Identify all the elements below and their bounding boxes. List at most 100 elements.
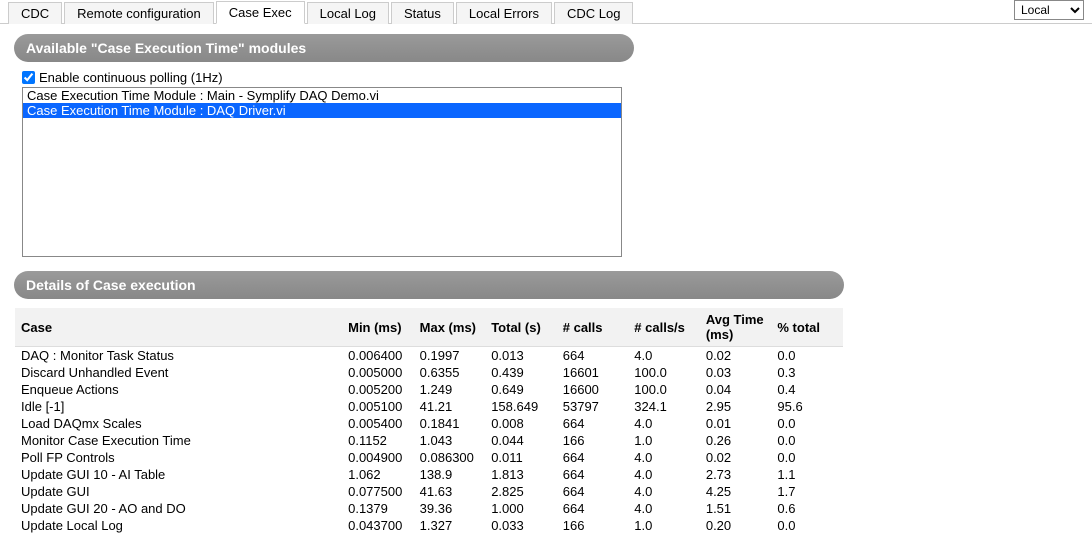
tab-local-log[interactable]: Local Log: [307, 2, 389, 24]
column-header[interactable]: Total (s): [485, 308, 557, 347]
cell: Update GUI 10 - AI Table: [15, 466, 342, 483]
list-item[interactable]: Case Execution Time Module : DAQ Driver.…: [23, 103, 621, 118]
table-row[interactable]: Discard Unhandled Event0.0050000.63550.4…: [15, 364, 843, 381]
cell: Enqueue Actions: [15, 381, 342, 398]
table-row[interactable]: DAQ : Monitor Task Status0.0064000.19970…: [15, 347, 843, 365]
cell: 1.0: [628, 534, 700, 537]
cell: DAQ : Monitor Task Status: [15, 347, 342, 365]
cell: 0.013: [485, 347, 557, 365]
cell: 0.005400: [342, 415, 414, 432]
cell: 0.01: [700, 415, 772, 432]
cell: 664: [557, 500, 629, 517]
table-row[interactable]: Load DAQmx Scales0.0054000.18410.0086644…: [15, 415, 843, 432]
cell: 0.005200: [342, 381, 414, 398]
cell: 0.033: [485, 517, 557, 534]
cell: Update GUI: [15, 483, 342, 500]
column-header[interactable]: # calls: [557, 308, 629, 347]
cell: 0.004100: [342, 534, 414, 537]
column-header[interactable]: Min (ms): [342, 308, 414, 347]
table-row[interactable]: Poll FP Controls0.0049000.0863000.011664…: [15, 449, 843, 466]
table-row[interactable]: Update GUI 20 - AO and DO0.137939.361.00…: [15, 500, 843, 517]
section-available-modules: Available "Case Execution Time" modules: [14, 34, 634, 62]
tab-cdc[interactable]: CDC: [8, 2, 62, 24]
cell: 0.0: [771, 432, 843, 449]
cell: 1.0: [628, 517, 700, 534]
cell: 2.73: [700, 466, 772, 483]
tab-cdc-log[interactable]: CDC Log: [554, 2, 633, 24]
table-row[interactable]: Enqueue Actions0.0052001.2490.6491660010…: [15, 381, 843, 398]
cell: 0.01: [700, 534, 772, 537]
cell: 0.043700: [342, 517, 414, 534]
cell: 0.0: [771, 534, 843, 537]
cell: 100.0: [628, 364, 700, 381]
tab-case-exec[interactable]: Case Exec: [216, 1, 305, 24]
cell: 0.0: [771, 449, 843, 466]
table-row[interactable]: Monitor Case Execution Time0.11521.0430.…: [15, 432, 843, 449]
column-header[interactable]: Max (ms): [414, 308, 486, 347]
cell: 95.6: [771, 398, 843, 415]
column-header[interactable]: # calls/s: [628, 308, 700, 347]
cell: Update Status String: [15, 534, 342, 537]
cell: 4.0: [628, 449, 700, 466]
tab-remote-configuration[interactable]: Remote configuration: [64, 2, 214, 24]
cell: 2.95: [700, 398, 772, 415]
cell: 39.36: [414, 500, 486, 517]
cell: 0.6: [771, 500, 843, 517]
tab-local-errors[interactable]: Local Errors: [456, 2, 552, 24]
column-header[interactable]: % total: [771, 308, 843, 347]
cell: 1.813: [485, 466, 557, 483]
cell: 0.6355: [414, 364, 486, 381]
cell: 0.04: [700, 381, 772, 398]
cell: 0.004900: [342, 449, 414, 466]
cell: 1.1: [771, 466, 843, 483]
cell: Update GUI 20 - AO and DO: [15, 500, 342, 517]
cell: 0.001: [485, 534, 557, 537]
tab-status[interactable]: Status: [391, 2, 454, 24]
cell: Monitor Case Execution Time: [15, 432, 342, 449]
cell: 0.005100: [342, 398, 414, 415]
case-table-container[interactable]: CaseMin (ms)Max (ms)Total (s)# calls# ca…: [14, 307, 844, 537]
cell: 1.7: [771, 483, 843, 500]
cell: 664: [557, 466, 629, 483]
location-dropdown[interactable]: Local: [1014, 0, 1084, 20]
table-row[interactable]: Update GUI0.07750041.632.8256644.04.251.…: [15, 483, 843, 500]
cell: 0.649: [485, 381, 557, 398]
location-select[interactable]: Local: [1014, 0, 1084, 20]
cell: 0.1152: [342, 432, 414, 449]
cell: 0.0: [771, 415, 843, 432]
modules-listbox[interactable]: Case Execution Time Module : Main - Symp…: [22, 87, 622, 257]
cell: 0.086300: [414, 449, 486, 466]
cell: 1.249: [414, 381, 486, 398]
section-details: Details of Case execution: [14, 271, 844, 299]
cell: 0.439: [485, 364, 557, 381]
table-row[interactable]: Idle [-1]0.00510041.21158.64953797324.12…: [15, 398, 843, 415]
table-row[interactable]: Update Local Log0.0437001.3270.0331661.0…: [15, 517, 843, 534]
cell: 41.63: [414, 483, 486, 500]
table-row[interactable]: Update GUI 10 - AI Table1.062138.91.8136…: [15, 466, 843, 483]
cell: 158.649: [485, 398, 557, 415]
cell: 664: [557, 415, 629, 432]
cell: 166: [557, 432, 629, 449]
cell: 53797: [557, 398, 629, 415]
cell: 0.03: [700, 364, 772, 381]
cell: 664: [557, 347, 629, 365]
cell: 0.02: [700, 449, 772, 466]
column-header[interactable]: Avg Time (ms): [700, 308, 772, 347]
cell: Idle [-1]: [15, 398, 342, 415]
cell: 16600: [557, 381, 629, 398]
cell: 166: [557, 517, 629, 534]
cell: 0.006400: [342, 347, 414, 365]
cell: Update Local Log: [15, 517, 342, 534]
cell: 138.9: [414, 466, 486, 483]
enable-polling-checkbox[interactable]: [22, 71, 35, 84]
cell: 0.1379: [342, 500, 414, 517]
list-item[interactable]: Case Execution Time Module : Main - Symp…: [23, 88, 621, 103]
table-row[interactable]: Update Status String0.0041000.0410000.00…: [15, 534, 843, 537]
cell: 0.3: [771, 364, 843, 381]
cell: 100.0: [628, 381, 700, 398]
cell: 4.0: [628, 415, 700, 432]
cell: 1.51: [700, 500, 772, 517]
cell: 664: [557, 483, 629, 500]
column-header[interactable]: Case: [15, 308, 342, 347]
cell: 0.077500: [342, 483, 414, 500]
